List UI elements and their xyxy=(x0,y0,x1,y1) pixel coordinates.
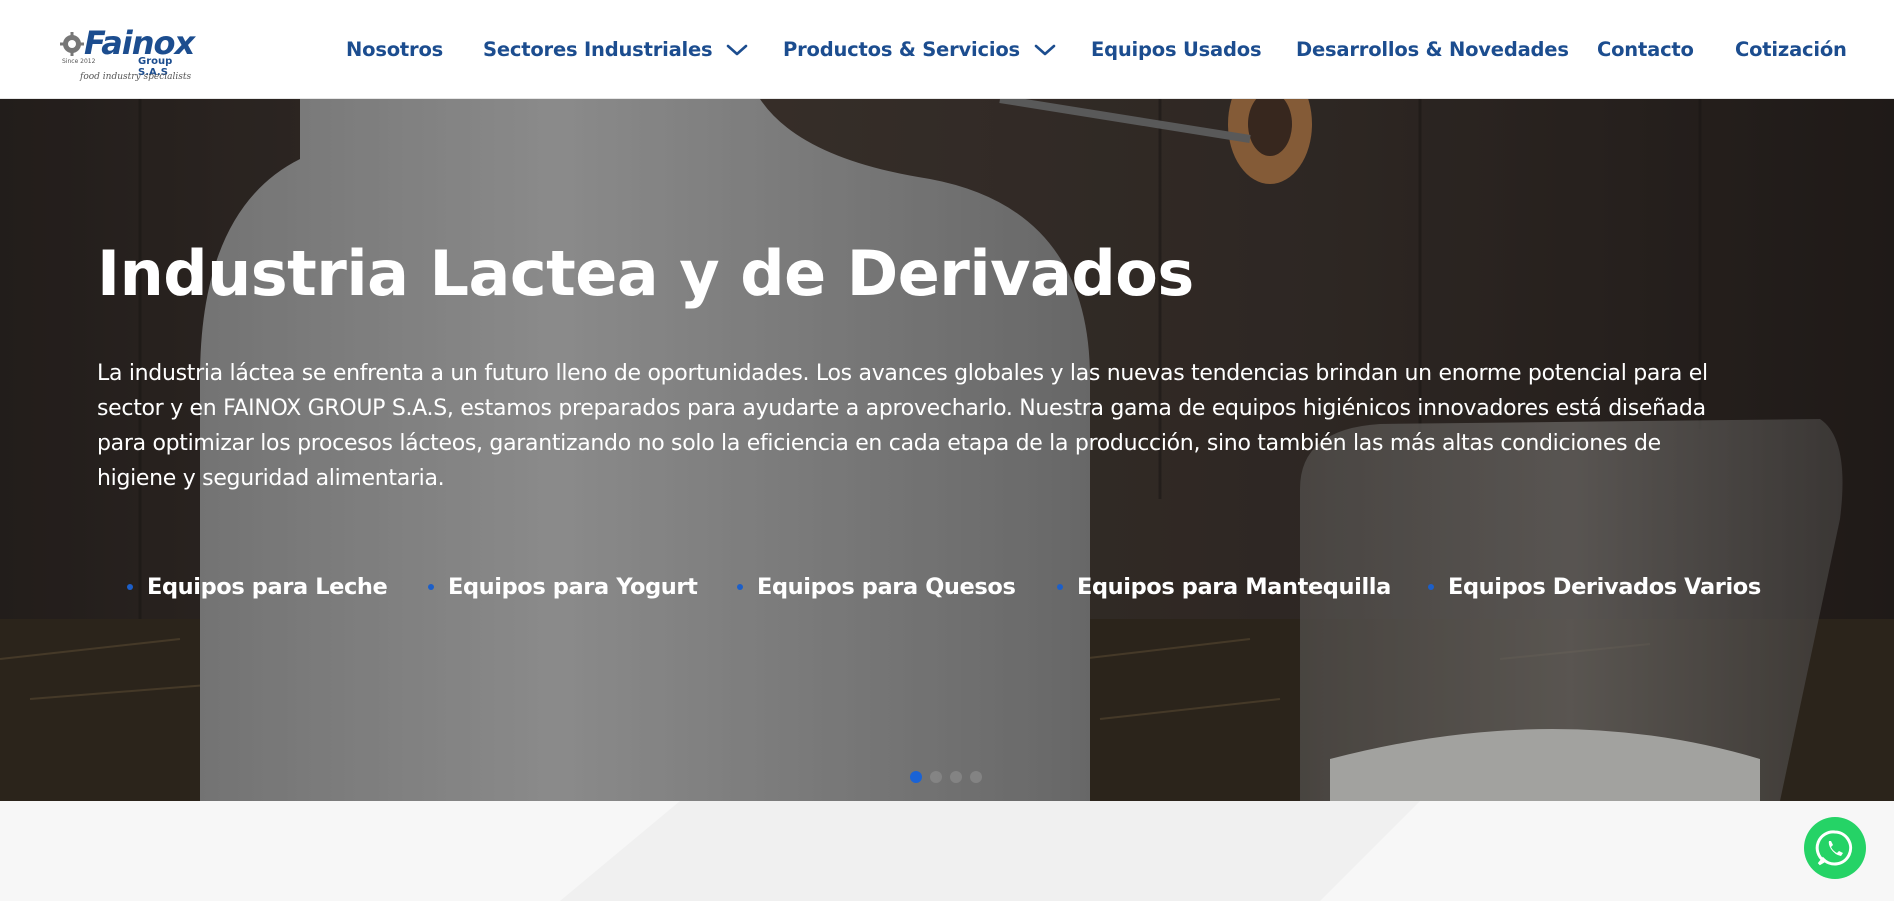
link-equipos-derivados[interactable]: Equipos Derivados Varios xyxy=(1428,574,1761,600)
bullet-icon xyxy=(1428,584,1434,590)
slider-dot-2[interactable] xyxy=(930,771,942,783)
nav-item-desarrollos[interactable]: Desarrollos & Novedades xyxy=(1296,38,1569,61)
hero-slider: Industria Lactea y de Derivados La indus… xyxy=(0,99,1894,801)
whatsapp-button[interactable] xyxy=(1804,817,1866,879)
nav-item-sectores[interactable]: Sectores Industriales xyxy=(483,38,748,61)
hero-description-line: para optimizar los procesos lácteos, gar… xyxy=(97,431,1661,456)
bullet-icon xyxy=(1057,584,1063,590)
link-label: Equipos Derivados Varios xyxy=(1448,574,1761,600)
logo-tagline: food industry specialists xyxy=(80,72,192,82)
hero-description: La industria láctea se enfrenta a un fut… xyxy=(97,356,1797,496)
slider-dot-3[interactable] xyxy=(950,771,962,783)
hero-description-line: La industria láctea se enfrenta a un fut… xyxy=(97,361,1708,386)
decorative-shape xyxy=(560,801,1420,901)
nav-item-nosotros[interactable]: Nosotros xyxy=(346,38,443,61)
hero-category-links: Equipos para Leche Equipos para Yogurt E… xyxy=(0,574,1894,610)
whatsapp-icon xyxy=(1815,830,1853,866)
link-label: Equipos para Leche xyxy=(147,574,388,600)
slider-dot-4[interactable] xyxy=(970,771,982,783)
nav-item-productos[interactable]: Productos & Servicios xyxy=(783,38,1056,61)
slider-pagination xyxy=(910,771,982,783)
bullet-icon xyxy=(428,584,434,590)
slider-dot-1[interactable] xyxy=(910,771,922,783)
nav-item-label: Contacto xyxy=(1597,38,1694,61)
link-label: Equipos para Mantequilla xyxy=(1077,574,1391,600)
link-equipos-quesos[interactable]: Equipos para Quesos xyxy=(737,574,1016,600)
logo[interactable]: Since 2012 Fainox Group S.A.S food indus… xyxy=(60,24,200,86)
link-equipos-leche[interactable]: Equipos para Leche xyxy=(127,574,388,600)
nav-item-contacto[interactable]: Contacto xyxy=(1597,38,1694,61)
nav-item-label: Equipos Usados xyxy=(1091,38,1262,61)
hero-description-line: sector y en FAINOX GROUP S.A.S, estamos … xyxy=(97,396,1706,421)
link-equipos-mantequilla[interactable]: Equipos para Mantequilla xyxy=(1057,574,1391,600)
link-equipos-yogurt[interactable]: Equipos para Yogurt xyxy=(428,574,698,600)
chevron-down-icon xyxy=(1034,44,1056,55)
link-label: Equipos para Quesos xyxy=(757,574,1016,600)
hero-title: Industria Lactea y de Derivados xyxy=(97,237,1194,310)
nav-item-label: Nosotros xyxy=(346,38,444,61)
bullet-icon xyxy=(127,584,133,590)
nav-item-equipos-usados[interactable]: Equipos Usados xyxy=(1091,38,1262,61)
next-section xyxy=(0,801,1894,901)
link-label: Equipos para Yogurt xyxy=(448,574,698,600)
gear-icon xyxy=(60,32,84,56)
hero-description-line: higiene y seguridad alimentaria. xyxy=(97,466,445,491)
nav-item-label: Sectores Industriales xyxy=(483,38,713,61)
nav-item-label: Desarrollos & Novedades xyxy=(1296,38,1569,61)
nav-item-label: Cotización xyxy=(1735,38,1847,61)
nav-item-cotizacion[interactable]: Cotización xyxy=(1735,38,1847,61)
nav-item-label: Productos & Servicios xyxy=(783,38,1020,61)
bullet-icon xyxy=(737,584,743,590)
site-header: Since 2012 Fainox Group S.A.S food indus… xyxy=(0,0,1894,99)
chevron-down-icon xyxy=(727,44,748,55)
